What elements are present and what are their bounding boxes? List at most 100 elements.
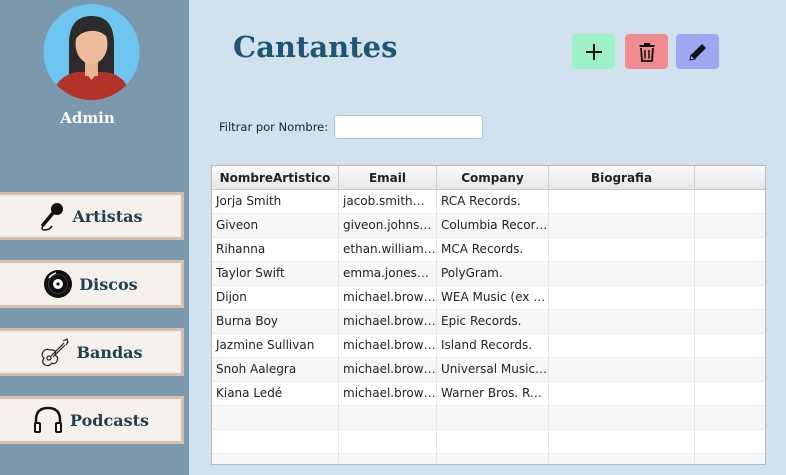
nav-artistas-label: Artistas [72,206,143,226]
table-cell: RCA Records. [437,190,549,214]
table-cell [549,430,695,454]
table-cell: Columbia Record... [437,214,549,238]
table-cell: jacob.smith@e... [339,190,437,214]
vinyl-disc-icon [44,270,73,298]
nav-bandas-button[interactable]: Bandas [0,328,184,376]
table-row[interactable]: Giveon giveon.johnson... Columbia Record..… [212,214,765,238]
table-cell [695,406,765,430]
table-cell: Taylor Swift [212,262,339,286]
table-cell [549,238,695,262]
table-cell [695,358,765,382]
table-cell: michael.brown... [339,334,437,358]
column-header-company[interactable]: Company [437,166,549,190]
table-cell [437,430,549,454]
nav-artistas-button[interactable]: Artistas [0,192,184,240]
table-cell [549,310,695,334]
nav-bandas-label: Bandas [76,342,143,362]
table-cell [339,430,437,454]
edit-button[interactable] [676,34,719,69]
table-cell: Jorja Smith [212,190,339,214]
table-row[interactable]: Dijon michael.brown... WEA Music (ex W... [212,286,765,310]
table-row[interactable]: Taylor Swiftemma.jones@e...PolyGram. [212,262,765,286]
table-cell [695,430,765,454]
table-cell: Giveon [212,214,339,238]
table-cell: Jazmine Sullivan [212,334,339,358]
avatar-icon [43,4,140,100]
table-cell: ethan.williams... [339,238,437,262]
table-cell [549,334,695,358]
table-cell [437,406,549,430]
table-cell [212,430,339,454]
table-cell [695,190,765,214]
user-label: Admin [60,109,115,127]
table-cell: michael.brown... [339,358,437,382]
table-cell: michael.brown... [339,286,437,310]
table-row[interactable]: Snoh Aalegra michael.brown... Universal Mu… [212,358,765,382]
table-cell: WEA Music (ex W... [437,286,549,310]
table-cell: emma.jones@e... [339,262,437,286]
table-row[interactable]: Jazmine Sullivan michael.brown... Island R… [212,334,765,358]
table-cell [339,454,437,464]
pencil-icon [688,43,706,61]
singers-table: NombreArtistico Email Company Biografia … [211,165,766,465]
table-cell: PolyGram. [437,262,549,286]
table-cell [549,190,695,214]
table-cell: Epic Records. [437,310,549,334]
table-cell: Dijon [212,286,339,310]
column-header-biografia[interactable]: Biografia [549,166,695,190]
table-cell: Rihanna [212,238,339,262]
table-cell [549,454,695,464]
delete-button[interactable] [625,34,668,69]
table-cell: MCA Records. [437,238,549,262]
table-cell: Warner Bros. Rec... [437,382,549,406]
table-cell [695,286,765,310]
table-row[interactable] [212,454,765,464]
table-cell [549,214,695,238]
table-cell [549,382,695,406]
filter-label: Filtrar por Nombre: [219,120,329,134]
table-cell [695,310,765,334]
table-header: NombreArtistico Email Company Biografia [212,166,765,190]
table-cell: Kiana Ledé [212,382,339,406]
table-cell [695,334,765,358]
table-cell [695,454,765,464]
table-cell: Burna Boy [212,310,339,334]
nav-discos-button[interactable]: Discos [0,260,184,308]
table-cell: Universal Music G... [437,358,549,382]
table-row[interactable] [212,406,765,430]
table-row[interactable] [212,430,765,454]
sidebar: Admin Artistas Discos Bandas Podcasts [0,0,189,475]
table-cell: michael.brown... [339,382,437,406]
nav-podcasts-label: Podcasts [70,410,149,430]
table-cell [549,406,695,430]
trash-icon [639,42,654,62]
column-header-email[interactable]: Email [339,166,437,190]
table-cell [695,262,765,286]
nav-podcasts-button[interactable]: Podcasts [0,396,184,444]
table-cell: Snoh Aalegra [212,358,339,382]
microphone-icon [41,203,64,231]
table-cell [549,262,695,286]
table-cell [549,286,695,310]
table-cell [437,454,549,464]
table-row[interactable]: Burna Boy michael.brown... Epic Records. [212,310,765,334]
table-cell [212,454,339,464]
table-body: Jorja Smith jacob.smith@e... RCA Records. G… [212,190,765,464]
table-cell [339,406,437,430]
column-header-nombreartistico[interactable]: NombreArtistico [212,166,339,190]
table-row[interactable]: Jorja Smith jacob.smith@e... RCA Records. [212,190,765,214]
table-cell [549,358,695,382]
column-header-extra [695,166,765,190]
table-cell: giveon.johnson... [339,214,437,238]
table-row[interactable]: Kiana Ledé michael.brown... Warner Bros. R… [212,382,765,406]
guitar-icon [42,338,70,367]
nav-discos-label: Discos [79,274,138,294]
page-title: Cantantes [233,30,398,64]
table-cell [212,406,339,430]
table-cell [695,382,765,406]
table-row[interactable]: Rihanna ethan.williams... MCA Records. [212,238,765,262]
filter-name-input[interactable] [334,115,483,139]
add-button[interactable] [572,34,615,69]
table-cell [695,238,765,262]
table-cell [695,214,765,238]
